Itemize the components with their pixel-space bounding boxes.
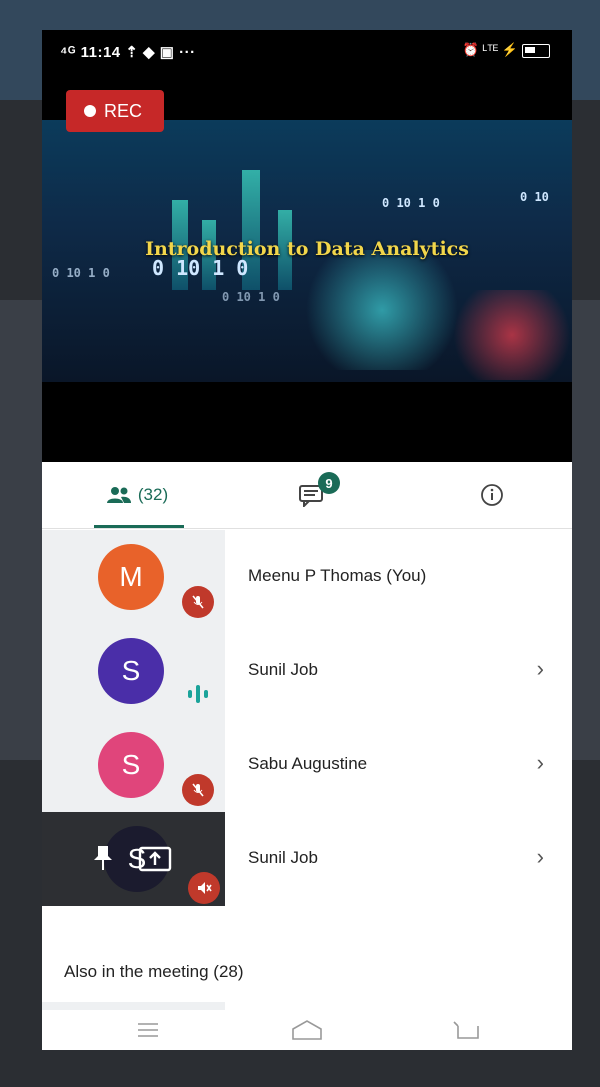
recording-indicator: REC — [66, 90, 164, 132]
chat-unread-badge: 9 — [318, 472, 340, 494]
menu-icon[interactable] — [128, 1018, 168, 1042]
status-time: ⁴ᴳ 11:14 ⇡ ◆ ▣ ··· — [60, 44, 196, 61]
participant-row[interactable]: M Meenu P Thomas (You) — [42, 530, 572, 624]
status-icons: ⏰ ᴸᵀᴱ ⚡ — [463, 42, 550, 58]
phone-screen: ⁴ᴳ 11:14 ⇡ ◆ ▣ ··· ⏰ ᴸᵀᴱ ⚡ 0 10 1 0 0 10… — [42, 30, 572, 1050]
android-nav-bar — [42, 1010, 572, 1050]
participant-name: Sunil Job — [248, 848, 318, 867]
tab-people[interactable]: (32) — [82, 462, 192, 528]
participant-row[interactable]: S Sunil Job › — [42, 624, 572, 718]
avatar: S — [98, 638, 164, 704]
chevron-right-icon[interactable]: › — [537, 844, 544, 870]
participant-tile: M — [42, 530, 225, 624]
panel-tabs: (32) 9 — [42, 462, 572, 529]
participant-row[interactable]: S Sunil Job › — [42, 812, 572, 906]
record-dot-icon — [84, 105, 96, 117]
info-icon — [481, 484, 503, 506]
participant-name: Meenu P Thomas (You) — [248, 566, 427, 585]
tab-chat[interactable]: 9 — [282, 462, 342, 528]
speaking-icon — [188, 685, 208, 703]
video-title: Introduction to Data Analytics — [145, 238, 469, 260]
video-digits: 0 10 1 0 — [382, 196, 440, 210]
pin-icon[interactable] — [92, 844, 114, 872]
participant-tile: S — [42, 624, 225, 718]
participant-name: Sunil Job — [248, 660, 318, 679]
avatar: S — [98, 732, 164, 798]
mic-off-icon — [188, 872, 220, 904]
participant-name: Sabu Augustine — [248, 754, 368, 773]
also-in-meeting-heading: Also in the meeting (28) — [64, 962, 244, 981]
video-digits: 0 10 — [520, 190, 549, 204]
tab-active-indicator — [94, 525, 184, 528]
people-icon — [106, 487, 131, 503]
tab-info[interactable] — [462, 462, 522, 528]
status-bar: ⁴ᴳ 11:14 ⇡ ◆ ▣ ··· ⏰ ᴸᵀᴱ ⚡ — [42, 30, 572, 72]
recording-label: REC — [104, 100, 143, 121]
participant-tile: S — [42, 718, 225, 812]
presenting-tile: S — [42, 812, 225, 906]
video-stage[interactable]: 0 10 1 0 0 10 0 10 1 0 0 10 1 0 0 10 1 0… — [42, 120, 572, 382]
present-screen-icon — [138, 846, 172, 872]
avatar: M — [98, 544, 164, 610]
mic-off-icon — [182, 586, 214, 618]
chevron-right-icon[interactable]: › — [537, 750, 544, 776]
chevron-right-icon[interactable]: › — [537, 656, 544, 682]
mic-off-icon — [182, 774, 214, 806]
people-count: (32) — [137, 485, 169, 504]
battery-icon — [522, 43, 550, 58]
participants-panel: (32) 9 M Meenu P Thomas (You) S Sunil Jo… — [42, 462, 572, 1050]
home-icon[interactable] — [287, 1018, 327, 1042]
video-digits: 0 10 1 0 — [222, 290, 280, 304]
participant-row[interactable]: S Sabu Augustine › — [42, 718, 572, 812]
back-icon[interactable] — [447, 1018, 487, 1042]
video-red-glow — [442, 290, 572, 380]
video-digits: 0 10 1 0 — [52, 266, 110, 280]
